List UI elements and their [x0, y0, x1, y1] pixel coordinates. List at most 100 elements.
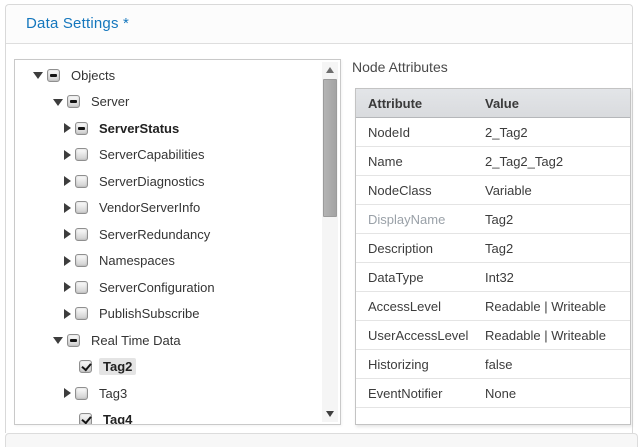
- no-arrow-spacer: [61, 414, 75, 424]
- unchecked-checkbox-icon[interactable]: [75, 201, 88, 214]
- tree-item-tag3[interactable]: Tag3: [15, 380, 320, 407]
- table-row: EventNotifierNone: [356, 379, 630, 408]
- tree-item-label: Real Time Data: [87, 332, 185, 349]
- unchecked-checkbox-icon[interactable]: [75, 254, 88, 267]
- no-arrow-spacer: [61, 361, 75, 373]
- window-header: Data Settings *: [6, 5, 632, 44]
- indeterminate-checkbox-icon[interactable]: [67, 334, 80, 347]
- unchecked-checkbox-icon[interactable]: [75, 387, 88, 400]
- scroll-up-button[interactable]: [322, 62, 338, 78]
- tree-item-label: PublishSubscribe: [95, 305, 203, 322]
- tree-item-label: ServerRedundancy: [95, 226, 214, 243]
- tree-item-label: Namespaces: [95, 252, 179, 269]
- attribute-name-cell: Name: [356, 147, 473, 176]
- scrollbar-thumb[interactable]: [323, 79, 337, 217]
- table-header-row: Attribute Value: [356, 89, 630, 118]
- indeterminate-checkbox-icon[interactable]: [67, 95, 80, 108]
- attributes-table: Attribute Value NodeId2_Tag2Name2_Tag2_T…: [355, 88, 631, 425]
- column-header-value: Value: [473, 89, 630, 118]
- tree-item-real-time-data[interactable]: Real Time Data: [15, 327, 320, 354]
- unchecked-checkbox-icon[interactable]: [75, 175, 88, 188]
- tree-item-server[interactable]: Server: [15, 89, 320, 116]
- expand-arrow-icon[interactable]: [61, 281, 75, 293]
- tree-item-label: ServerDiagnostics: [95, 173, 209, 190]
- expand-arrow-icon[interactable]: [61, 308, 75, 320]
- table-row: DataTypeInt32: [356, 263, 630, 292]
- data-settings-window: Data Settings * Objects Server ServerStatu…: [0, 0, 638, 447]
- attribute-value-cell: Readable | Writeable: [473, 321, 630, 350]
- tree-item-serverconfiguration[interactable]: ServerConfiguration: [15, 274, 320, 301]
- arrow-down-icon: [326, 411, 334, 417]
- tree-item-serverredundancy[interactable]: ServerRedundancy: [15, 221, 320, 248]
- attribute-value-cell: Variable: [473, 176, 630, 205]
- tree-item-label: VendorServerInfo: [95, 199, 204, 216]
- table-row: AccessLevelReadable | Writeable: [356, 292, 630, 321]
- node-attributes-title: Node Attributes: [352, 59, 448, 75]
- collapse-arrow-icon[interactable]: [53, 96, 67, 108]
- bottom-strip: [5, 433, 638, 447]
- unchecked-checkbox-icon[interactable]: [75, 281, 88, 294]
- attribute-name-cell: UserAccessLevel: [356, 321, 473, 350]
- indeterminate-checkbox-icon[interactable]: [47, 69, 60, 82]
- table-row: DescriptionTag2: [356, 234, 630, 263]
- tree-item-label: Tag4: [99, 411, 136, 424]
- table-row: UserAccessLevelReadable | Writeable: [356, 321, 630, 350]
- table-row: Historizingfalse: [356, 350, 630, 379]
- column-header-attribute: Attribute: [356, 89, 473, 118]
- unchecked-checkbox-icon[interactable]: [75, 307, 88, 320]
- attribute-name-cell: NodeClass: [356, 176, 473, 205]
- attribute-name-cell: NodeId: [356, 118, 473, 147]
- checked-checkbox-icon[interactable]: [79, 413, 92, 424]
- attribute-name-cell: DisplayName: [356, 205, 473, 234]
- attribute-value-cell: 2_Tag2_Tag2: [473, 147, 630, 176]
- attribute-value-cell: false: [473, 350, 630, 379]
- expand-arrow-icon[interactable]: [61, 228, 75, 240]
- node-tree: Objects Server ServerStatus ServerCapabilit…: [15, 62, 320, 424]
- unchecked-checkbox-icon[interactable]: [75, 148, 88, 161]
- collapse-arrow-icon[interactable]: [33, 69, 47, 81]
- tree-scrollbar[interactable]: [322, 62, 338, 422]
- node-tree-panel: Objects Server ServerStatus ServerCapabilit…: [14, 59, 341, 425]
- expand-arrow-icon[interactable]: [61, 387, 75, 399]
- attribute-name-cell: DataType: [356, 263, 473, 292]
- attribute-value-cell: Tag2: [473, 205, 630, 234]
- tree-item-label: ServerStatus: [95, 120, 183, 137]
- expand-arrow-icon[interactable]: [61, 175, 75, 187]
- tree-item-label: Objects: [67, 67, 119, 84]
- tree-item-serverdiagnostics[interactable]: ServerDiagnostics: [15, 168, 320, 195]
- tree-item-label: Tag3: [95, 385, 131, 402]
- expand-arrow-icon[interactable]: [61, 255, 75, 267]
- scroll-down-button[interactable]: [322, 406, 338, 422]
- tree-item-tag4[interactable]: Tag4: [15, 407, 320, 425]
- attribute-value-cell: Tag2: [473, 234, 630, 263]
- attribute-name-cell: Historizing: [356, 350, 473, 379]
- attribute-value-cell: None: [473, 379, 630, 408]
- tree-item-vendorserverinfo[interactable]: VendorServerInfo: [15, 195, 320, 222]
- collapse-arrow-icon[interactable]: [53, 334, 67, 346]
- page-title: Data Settings *: [6, 5, 129, 43]
- tree-item-objects[interactable]: Objects: [15, 62, 320, 89]
- unchecked-checkbox-icon[interactable]: [75, 228, 88, 241]
- indeterminate-checkbox-icon[interactable]: [75, 122, 88, 135]
- attribute-value-cell: Readable | Writeable: [473, 292, 630, 321]
- expand-arrow-icon[interactable]: [61, 149, 75, 161]
- checked-checkbox-icon[interactable]: [79, 360, 92, 373]
- tree-item-servercapabilities[interactable]: ServerCapabilities: [15, 142, 320, 169]
- tree-item-label: Server: [87, 93, 133, 110]
- expand-arrow-icon[interactable]: [61, 122, 75, 134]
- attribute-name-cell: AccessLevel: [356, 292, 473, 321]
- arrow-up-icon: [326, 67, 334, 73]
- tree-item-publishsubscribe[interactable]: PublishSubscribe: [15, 301, 320, 328]
- tree-item-tag2[interactable]: Tag2: [15, 354, 320, 381]
- table-row: NodeId2_Tag2: [356, 118, 630, 147]
- expand-arrow-icon[interactable]: [61, 202, 75, 214]
- table-row: Name2_Tag2_Tag2: [356, 147, 630, 176]
- attribute-name-cell: EventNotifier: [356, 379, 473, 408]
- attribute-value-cell: 2_Tag2: [473, 118, 630, 147]
- attribute-name-cell: Description: [356, 234, 473, 263]
- tree-item-serverstatus[interactable]: ServerStatus: [15, 115, 320, 142]
- tree-item-label: Tag2: [99, 358, 136, 375]
- attribute-value-cell: Int32: [473, 263, 630, 292]
- tree-item-label: ServerConfiguration: [95, 279, 219, 296]
- tree-item-namespaces[interactable]: Namespaces: [15, 248, 320, 275]
